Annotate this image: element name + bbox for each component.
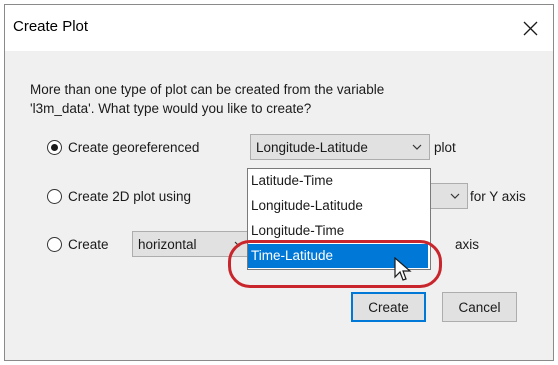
window-title: Create Plot — [13, 18, 89, 35]
2d-plot-label: Create 2D plot using — [68, 188, 192, 204]
georeferenced-label: Create georeferenced — [68, 139, 200, 155]
georeferenced-suffix: plot — [434, 134, 456, 160]
2d-plot-suffix: for Y axis — [470, 183, 526, 209]
create-axis-select-value: horizontal — [138, 236, 197, 252]
dropdown-item-longitude-latitude[interactable]: Longitude-Latitude — [248, 194, 428, 218]
create-axis-suffix: axis — [455, 231, 479, 257]
dropdown-item-latitude-time[interactable]: Latitude-Time — [248, 169, 428, 193]
prompt-line-2: 'l3m_data'. What type would you like to … — [30, 101, 312, 116]
close-button[interactable] — [507, 5, 553, 51]
close-icon — [523, 21, 537, 35]
create-button[interactable]: Create — [351, 292, 426, 322]
option-create-axis[interactable]: Create — [47, 231, 109, 257]
title-bar: Create Plot — [5, 5, 553, 51]
create-axis-label: Create — [68, 236, 109, 252]
chevron-down-icon — [450, 193, 460, 199]
2d-plot-radio[interactable] — [47, 188, 62, 204]
prompt-line-1: More than one type of plot can be create… — [30, 82, 385, 97]
prompt-text: More than one type of plot can be create… — [30, 80, 384, 118]
2d-plot-suffix-text: for Y axis — [470, 188, 526, 204]
georeferenced-select-value: Longitude-Latitude — [256, 139, 368, 155]
chevron-down-icon — [412, 144, 422, 150]
create-axis-radio[interactable] — [47, 236, 62, 252]
georeferenced-radio[interactable] — [47, 139, 62, 155]
georeferenced-select[interactable]: Longitude-Latitude — [250, 134, 430, 160]
mouse-pointer-icon — [394, 257, 412, 281]
option-georeferenced[interactable]: Create georeferenced — [47, 134, 199, 160]
cancel-button[interactable]: Cancel — [442, 292, 517, 322]
option-2d-plot[interactable]: Create 2D plot using — [47, 183, 191, 209]
create-axis-suffix-text: axis — [455, 236, 480, 252]
georeferenced-suffix-text: plot — [434, 139, 456, 155]
